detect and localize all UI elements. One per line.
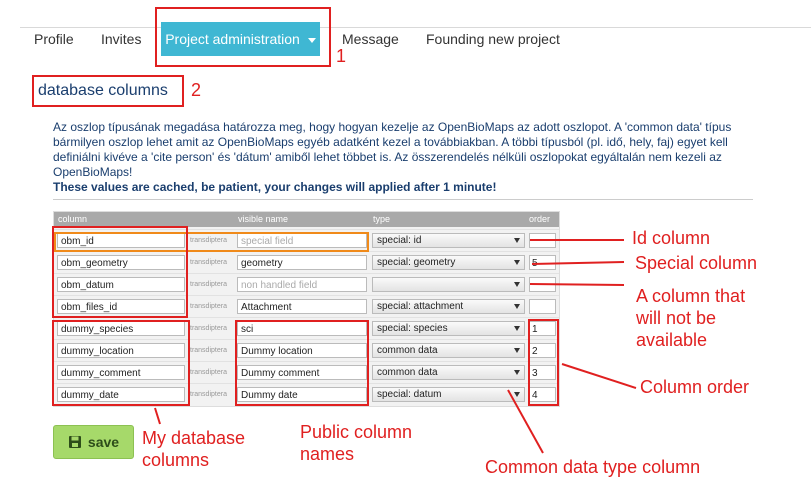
annotation-not-available-line-3: available — [636, 330, 708, 350]
annotation-column-order: Column order — [640, 377, 750, 397]
annotation-common-data-type: Common data type column — [485, 457, 701, 477]
annotation-not-available: A column that will not be available — [636, 285, 745, 351]
annotation-public-column-names: Public column names — [300, 421, 412, 465]
annotation-not-available-line-2: will not be — [636, 308, 717, 328]
annotation-not-available-line-1: A column that — [636, 286, 746, 306]
annotation-my-database-columns: My database columns — [142, 427, 245, 471]
annotation-public-column-names-line-1: Public column — [300, 422, 413, 442]
annotation-my-database-columns-line-1: My database — [142, 428, 246, 448]
annotation-id-column: Id column — [632, 228, 711, 248]
annotation-public-column-names-line-2: names — [300, 444, 355, 464]
annotation-special-column: Special column — [635, 253, 758, 273]
annotation-my-database-columns-line-2: columns — [142, 450, 210, 470]
